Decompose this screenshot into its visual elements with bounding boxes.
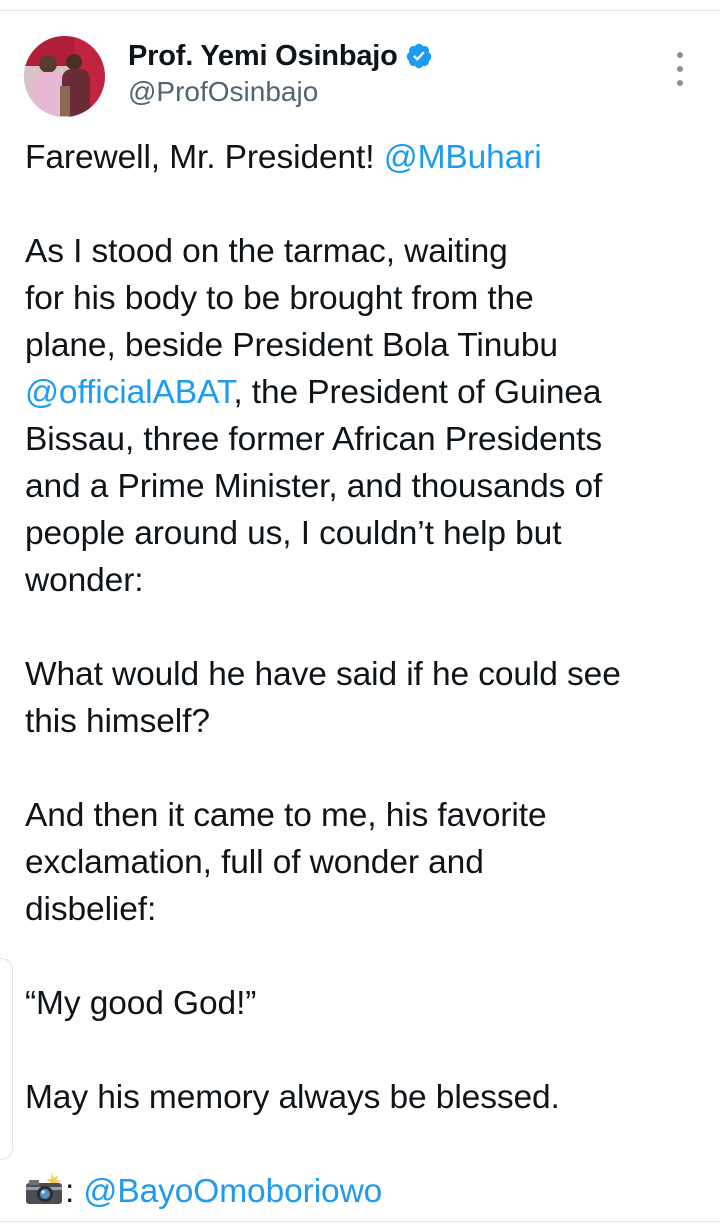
verified-badge-icon <box>406 43 431 69</box>
tweet-line: plane, beside President Bola Tinubu <box>25 327 558 364</box>
tweet-paragraph: “My good God!” <box>25 980 705 1027</box>
avatar[interactable] <box>24 36 105 117</box>
tweet-text: Farewell, Mr. President! @MBuhari As I s… <box>25 134 705 1215</box>
tweet-paragraph: May his memory always be blessed. <box>25 1074 705 1121</box>
tweet-line: May his memory always be blessed. <box>25 1079 560 1116</box>
author-name-row[interactable]: Prof. Yemi Osinbajo <box>128 38 433 74</box>
tweet-line: disbelief: <box>25 891 157 928</box>
tweet-line: What would he have said if he could see <box>25 656 621 693</box>
tweet-line: wonder: <box>25 562 144 599</box>
tweet-line: and a Prime Minister, and thousands of <box>25 468 603 505</box>
mention-link[interactable]: @MBuhari <box>384 139 542 176</box>
tweet-line: people around us, I couldn’t help but <box>25 515 562 552</box>
author-handle[interactable]: @ProfOsinbajo <box>128 76 318 108</box>
credit-separator: : <box>65 1173 84 1210</box>
top-divider <box>0 10 720 11</box>
tweet-line: “My good God!” <box>25 985 257 1022</box>
tweet-line: this himself? <box>25 703 210 740</box>
more-vertical-icon <box>677 52 683 58</box>
tweet-line: for his body to be brought from the <box>25 280 534 317</box>
tweet-paragraph: : @BayoOmoboriowo <box>25 1168 705 1215</box>
tweet-paragraph: Farewell, Mr. President! @MBuhari <box>25 134 705 181</box>
tweet-paragraph: What would he have said if he could see … <box>25 651 705 745</box>
mention-link[interactable]: @BayoOmoboriowo <box>83 1173 382 1210</box>
tweet-line: As I stood on the tarmac, waiting <box>25 233 508 270</box>
tweet-text-segment: Farewell, Mr. President! <box>25 139 384 176</box>
tweet-line: And then it came to me, his favorite <box>25 797 547 834</box>
tweet-line: exclamation, full of wonder and <box>25 844 484 881</box>
display-name[interactable]: Prof. Yemi Osinbajo <box>128 40 398 73</box>
tweet-text-segment: , the President of Guinea <box>233 374 602 411</box>
tweet-paragraph: And then it came to me, his favorite exc… <box>25 792 705 933</box>
mention-link[interactable]: @officialABAT <box>25 374 233 411</box>
side-panel-edge <box>0 958 13 1160</box>
tweet-paragraph: As I stood on the tarmac, waiting for hi… <box>25 228 705 604</box>
bottom-divider <box>0 1221 720 1222</box>
camera-with-flash-icon <box>26 1173 62 1204</box>
more-options-button[interactable] <box>664 52 696 86</box>
tweet-line: Bissau, three former African Presidents <box>25 421 603 458</box>
